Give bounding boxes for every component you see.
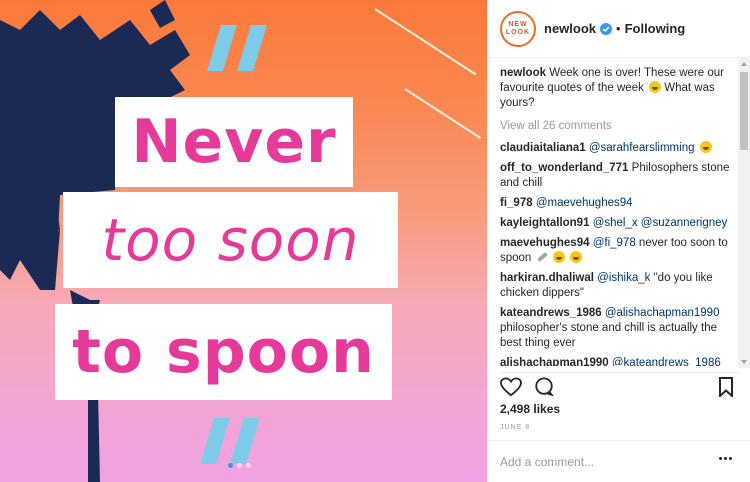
comment-username[interactable]: harkiran.dhaliwal — [500, 272, 594, 284]
carousel-indicator — [228, 463, 251, 468]
grinning-emoji-icon — [649, 81, 662, 93]
comment-mention[interactable]: @maevehughes94 — [536, 197, 633, 209]
comment-username[interactable]: off_to_wonderland_771 — [500, 162, 628, 174]
comment-bubble-icon[interactable] — [534, 377, 554, 397]
comment: claudiaitaliana1 @sarahfearslimming — [500, 141, 732, 156]
comment-mention[interactable]: @ishika_k — [597, 272, 650, 284]
verified-badge-icon — [600, 22, 613, 35]
header-username[interactable]: newlook — [544, 21, 596, 36]
avatar-text-line1: NEW — [508, 20, 528, 28]
spoon-emoji-icon — [536, 251, 548, 263]
quote-line-1: Never — [115, 97, 353, 187]
comment: off_to_wonderland_771 Philosophers stone… — [500, 161, 732, 191]
comment: kayleightallon91 @shel_x @suzannerigney — [500, 216, 732, 231]
comment-mention[interactable]: @kateandrews_1986 — [612, 357, 721, 366]
post-date: JUNE 8 — [500, 424, 531, 431]
quote-line-2: too soon — [63, 192, 398, 288]
following-button[interactable]: Following — [625, 21, 686, 36]
comment-mention[interactable]: @sarahfearslimming — [589, 142, 695, 154]
carousel-dot[interactable] — [246, 463, 251, 468]
add-comment-input[interactable] — [500, 455, 710, 469]
caption: newlook Week one is over! These were our… — [500, 66, 732, 111]
comment: maevehughes94 @fi_978 never too soon to … — [500, 236, 732, 266]
comment: harkiran.dhaliwal @ishika_k "do you like… — [500, 271, 732, 301]
comment-username[interactable]: fi_978 — [500, 197, 533, 209]
avatar-text-line2: LOOK — [505, 28, 531, 36]
quote-line-3: to spoon — [55, 304, 392, 400]
view-all-comments-link[interactable]: View all 26 comments — [500, 119, 732, 134]
comment: kateandrews_1986 @alishachapman1990 phil… — [500, 306, 732, 351]
comment-username[interactable]: kateandrews_1986 — [500, 307, 602, 319]
header-separator: • — [616, 21, 621, 36]
comment: alishachapman1990 @kateandrews_1986 — [500, 356, 732, 366]
comment-username[interactable]: claudiaitaliana1 — [500, 142, 586, 154]
comment-mention[interactable]: @shel_x @suzannerigney — [593, 217, 728, 229]
comments-list: newlook Week one is over! These were our… — [500, 66, 732, 366]
scroll-down-arrow-icon[interactable] — [741, 360, 747, 364]
comment-text: philosopher's stone and chill is actuall… — [500, 322, 717, 349]
heart-icon[interactable] — [500, 377, 522, 397]
quote-mark-top — [207, 25, 267, 71]
comment-mention[interactable]: @fi_978 — [593, 237, 636, 249]
add-comment-row — [488, 440, 750, 482]
grinning-emoji-icon — [569, 251, 582, 263]
scroll-up-arrow-icon[interactable] — [741, 62, 747, 66]
comment-mention[interactable]: @alishachapman1990 — [605, 307, 720, 319]
avatar[interactable]: NEW LOOK — [500, 10, 536, 47]
scroll-thumb[interactable] — [740, 72, 748, 150]
comment-username[interactable]: kayleightallon91 — [500, 217, 589, 229]
action-bar — [500, 372, 740, 398]
caption-username[interactable]: newlook — [500, 67, 546, 79]
post-sidebar: NEW LOOK newlook • Following newlook Wee… — [487, 0, 750, 482]
comment: fi_978 @maevehughes94 — [500, 196, 732, 211]
comments-scrollbar[interactable] — [738, 58, 750, 368]
grinning-emoji-icon — [552, 251, 565, 263]
grinning-emoji-icon — [699, 141, 712, 153]
likes-count[interactable]: 2,498 likes — [500, 402, 560, 416]
bookmark-icon[interactable] — [718, 377, 734, 397]
quote-mark-bottom — [200, 418, 260, 464]
comment-username[interactable]: alishachapman1990 — [500, 357, 609, 366]
post-header: NEW LOOK newlook • Following — [488, 0, 750, 58]
comment-username[interactable]: maevehughes94 — [500, 237, 590, 249]
carousel-dot[interactable] — [228, 463, 233, 468]
carousel-dot[interactable] — [237, 463, 242, 468]
more-options-icon[interactable] — [719, 457, 732, 460]
post-image[interactable]: Never too soon to spoon — [0, 0, 487, 482]
